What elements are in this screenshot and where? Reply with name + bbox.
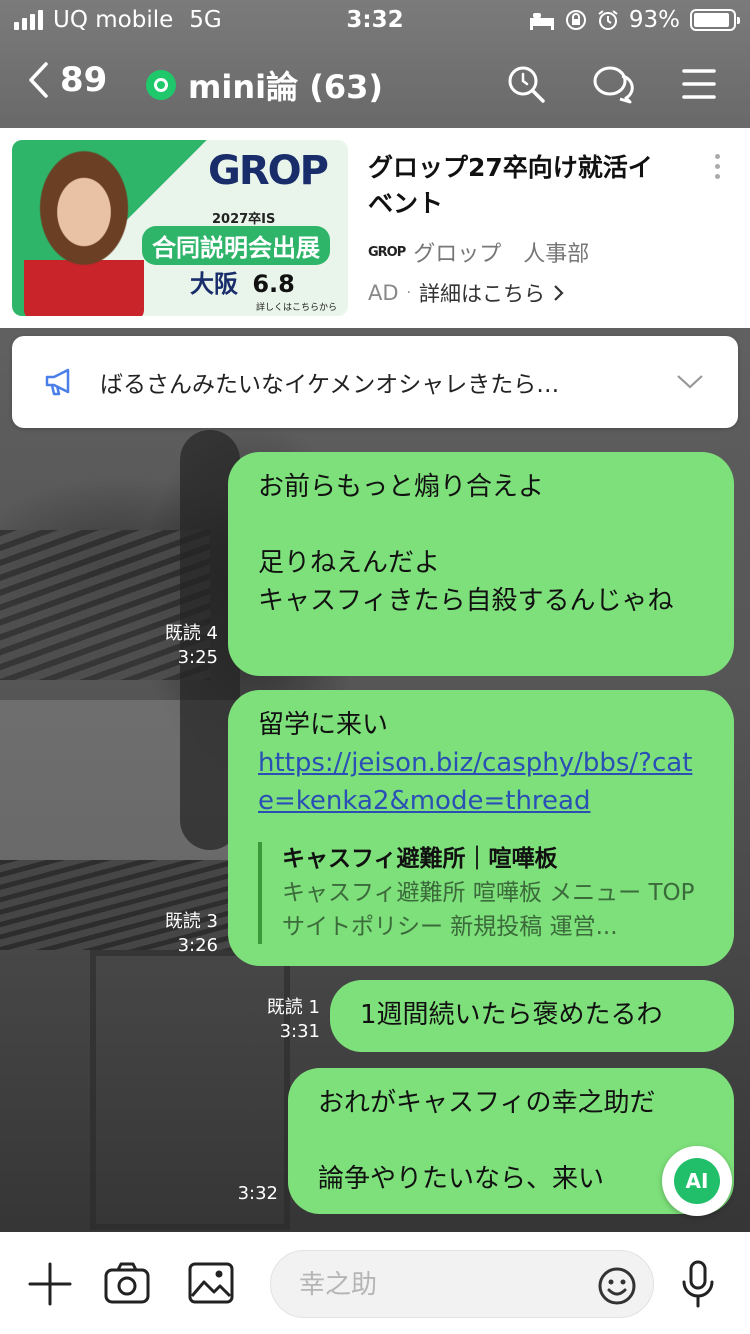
- ad-image-city-date: 大阪 6.8: [190, 264, 295, 299]
- microphone-icon[interactable]: [680, 1260, 716, 1308]
- message-text: 留学に来い: [258, 710, 389, 740]
- image-icon[interactable]: [188, 1262, 234, 1304]
- message-line: [318, 1122, 704, 1160]
- message-line: 足りねえんだよ: [258, 548, 441, 578]
- back-button[interactable]: 89: [28, 60, 107, 100]
- megaphone-icon: [45, 368, 70, 396]
- message-bubble[interactable]: お前らもっと煽り合えよ 足りねえんだよ キャスフィきたら自殺するんじゃね: [228, 452, 734, 676]
- message-line: 論争やりたいなら、来い: [318, 1164, 605, 1194]
- rotation-lock-icon: [565, 10, 586, 30]
- camera-icon[interactable]: [104, 1262, 150, 1304]
- read-receipt: 既読 4: [164, 623, 218, 644]
- message-input[interactable]: [299, 1265, 589, 1305]
- bed-icon: [529, 13, 554, 30]
- message-link[interactable]: https://jeison.biz/casphy/bbs/?cate=kenk…: [258, 744, 704, 820]
- link-preview-title: キャスフィ避難所｜喧嘩板: [282, 846, 558, 872]
- ai-assistant-button[interactable]: AI: [662, 1146, 732, 1216]
- chevron-right-icon: [554, 285, 564, 301]
- chat-title-text: mini論 (63): [188, 68, 383, 106]
- announcement-bar[interactable]: ばるさんみたいなイケメンオシャレきたら…: [12, 336, 738, 428]
- message-time: 3:26: [177, 935, 218, 956]
- message-bubble[interactable]: 留学に来い https://jeison.biz/casphy/bbs/?cat…: [228, 690, 734, 966]
- openchat-badge-icon: [146, 70, 176, 100]
- read-receipt: 既読 3: [164, 911, 218, 932]
- announcement-text: ばるさんみたいなイケメンオシャレきたら…: [100, 372, 560, 398]
- message-bubble[interactable]: 1週間続いたら褒めたるわ: [330, 980, 734, 1052]
- message-line: お前らもっと煽り合えよ: [258, 472, 545, 502]
- message-meta: 既読 4 3:25: [140, 622, 218, 670]
- chat-header: 89 mini論 (63): [0, 42, 750, 128]
- ad-image-note: 詳しくはこちらから: [256, 303, 338, 313]
- ad-image-city: 大阪: [190, 270, 238, 298]
- ad-title[interactable]: グロップ27卒向け就活イベント: [368, 150, 668, 222]
- message-time: 3:32: [237, 1183, 278, 1204]
- chat-title[interactable]: mini論 (63): [146, 62, 383, 108]
- ad-model-photo: [24, 150, 144, 316]
- message-line: キャスフィきたら自殺するんじゃね: [258, 586, 674, 616]
- ad-image-date: 6.8: [252, 270, 295, 298]
- ad-label: AD: [368, 281, 399, 305]
- composer-bar: [0, 1232, 750, 1334]
- message-time: 3:25: [177, 647, 218, 668]
- plus-icon[interactable]: [28, 1262, 72, 1306]
- ad-image[interactable]: GROP 2027卒IS 合同説明会出展 大阪 6.8 詳しくはこちらから: [12, 140, 348, 316]
- message-input-wrapper[interactable]: [270, 1250, 654, 1318]
- message-line: [258, 506, 704, 544]
- ad-image-logo: GROP: [208, 148, 329, 194]
- link-preview[interactable]: キャスフィ避難所｜喧嘩板 キャスフィ避難所 喧嘩板 メニュー TOP サイトポリ…: [258, 842, 704, 944]
- menu-icon[interactable]: [682, 68, 716, 100]
- unread-count: 89: [60, 60, 108, 100]
- ai-label: AI: [674, 1158, 720, 1204]
- message-text: 1週間続いたら褒めたるわ: [360, 1000, 663, 1030]
- read-receipt: 既読 1: [266, 997, 320, 1018]
- alarm-icon: [598, 10, 618, 30]
- battery-percent: 93%: [628, 7, 680, 33]
- message-line: おれがキャスフィの幸之助だ: [318, 1088, 656, 1118]
- battery-icon: [690, 9, 740, 31]
- chevron-down-icon[interactable]: [676, 374, 704, 390]
- back-icon: [29, 62, 48, 98]
- search-icon[interactable]: [506, 64, 546, 104]
- ad-banner[interactable]: GROP 2027卒IS 合同説明会出展 大阪 6.8 詳しくはこちらから グロ…: [0, 128, 750, 328]
- separator-dot: ·: [406, 285, 411, 301]
- ad-brand: グロップ 人事部: [413, 242, 590, 267]
- chat-bubbles-icon[interactable]: [592, 64, 636, 104]
- link-preview-description: キャスフィ避難所 喧嘩板 メニュー TOP サイトポリシー 新規投稿 運営...: [282, 880, 695, 940]
- message-time: 3:31: [279, 1021, 320, 1042]
- ad-detail-link[interactable]: 詳細はこちら: [419, 278, 545, 308]
- ad-image-year: 2027卒IS: [212, 212, 276, 227]
- ad-brand-logo: GROP: [368, 244, 406, 260]
- emoji-icon[interactable]: [597, 1266, 637, 1306]
- message-meta: 3:32: [200, 1182, 278, 1206]
- ad-image-event: 合同説明会出展: [142, 226, 330, 265]
- message-meta: 既読 3 3:26: [140, 910, 218, 958]
- status-bar: UQ mobile 5G 3:32 93%: [0, 0, 750, 42]
- message-meta: 既読 1 3:31: [240, 996, 320, 1044]
- ad-options-icon[interactable]: [715, 154, 720, 179]
